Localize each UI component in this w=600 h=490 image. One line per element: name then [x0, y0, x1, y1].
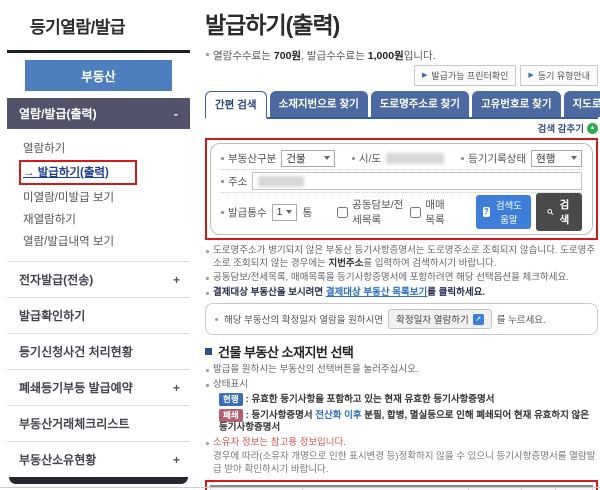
section-title: 건물 부동산 소재지번 선택 — [205, 342, 598, 361]
sido-select-redacted[interactable] — [386, 153, 444, 164]
expand-plus-icon: + — [173, 453, 180, 467]
sidebar: 등기열람/발급 부동산 열람/발급(출력) - 열람하기 → 발급하기(출력) … — [0, 0, 200, 490]
joint-collateral-checkbox-input[interactable] — [337, 207, 348, 218]
collapse-up-icon[interactable]: ▲ — [587, 123, 598, 134]
copies-select[interactable]: 1 — [272, 204, 298, 221]
chevron-down-icon — [286, 210, 292, 214]
arrow-bullet-icon: ▶ — [528, 72, 533, 79]
fee-notice: 열람수수료는 700원, 발급수수료는 1,000원입니다. — [205, 48, 598, 63]
confirm-date-view-button-top[interactable]: 확정일자 열람하기 ↗ — [388, 309, 492, 329]
sidebar-submenu: 열람하기 → 발급하기(출력) 미열람/미발급 보기 재열람하기 열람/발급내역… — [7, 129, 190, 261]
note-payment-target: 결제대상 부동산을 보시려면 결제대상 부동산 목록보기를 클릭하세요. — [205, 287, 598, 300]
sales-list-checkbox[interactable]: 매매목록 — [410, 197, 448, 227]
sidebar-item-electronic-issue[interactable]: 전자발급(전송)+ — [7, 261, 190, 297]
page-title: 발급하기(출력) — [205, 6, 598, 40]
status-legend-label: 상태표시 — [205, 379, 598, 392]
search-help-button[interactable]: ? 검색도움말 — [476, 195, 531, 229]
annotation-box-sidebar: → 발급하기(출력) — [19, 160, 137, 185]
page: 등기열람/발급 부동산 열람/발급(출력) - 열람하기 → 발급하기(출력) … — [0, 0, 600, 490]
expand-plus-icon: + — [173, 273, 180, 287]
registry-status-label: 등기기록상태 — [461, 151, 526, 166]
tab-map-search[interactable]: 지도로 찾기 — [564, 91, 600, 117]
confirm-date-info-top: 해당 부동산의 확정일자 열람을 원하시면 확정일자 열람하기 ↗ 를 누르세요… — [205, 303, 598, 335]
search-form: 부동산구분 건물 시/도 등기기록상태 현행 주소 — [210, 143, 593, 235]
sidebar-item-registration-case-status[interactable]: 등기신청사건 처리현황 — [7, 333, 190, 369]
status-badge-closed: 폐쇄 — [219, 409, 243, 422]
sidebar-item-ownership-status[interactable]: 부동산소유현황+ — [7, 441, 190, 477]
search-icon — [547, 207, 554, 217]
section-notes: 발급을 원하시는 부동산의 선택버튼을 눌러주십시오. 상태표시 현행: 유효한… — [205, 364, 598, 476]
sido-label: 시/도 — [352, 151, 381, 166]
sidebar-menu-box: 부동산 열람/발급(출력) - 열람하기 → 발급하기(출력) 미열람/미발급 … — [7, 50, 190, 490]
hide-search-link[interactable]: 검색 감추기 — [538, 121, 584, 135]
expand-plus-icon: + — [173, 381, 180, 395]
sidebar-subitem-history[interactable]: 열람/발급내역 보기 — [19, 230, 184, 252]
legend-current: 현행: 유효한 등기사항을 포함하고 있는 현재 유효한 등기사항증명서 — [219, 393, 598, 407]
tab-simple-search[interactable]: 간편 검색 — [205, 91, 267, 119]
hide-search-row: 검색 감추기 ▲ — [205, 121, 598, 135]
sidebar-subitem-issue[interactable]: → 발급하기(출력) — [23, 166, 109, 180]
tab-lot-number[interactable]: 소재지번으로 찾기 — [270, 91, 368, 117]
property-type-select[interactable]: 건물 — [281, 150, 335, 167]
note-option-check: 공동담보/전세목록, 매매목록을 등기사항증명서에 포함하려면 해당 선택옵션을… — [205, 272, 598, 285]
sales-list-checkbox-input[interactable] — [410, 207, 421, 218]
external-link-icon: ↗ — [473, 314, 484, 325]
arrow-bullet-icon: ▶ — [422, 72, 427, 79]
joint-collateral-checkbox[interactable]: 공동담보/전세목록 — [337, 197, 405, 227]
registry-status-select[interactable]: 현행 — [531, 150, 582, 167]
owner-info-warning: 소유자 정보는 참고용 정보입니다. — [205, 437, 598, 450]
sidebar-subitem-view[interactable]: 열람하기 — [19, 137, 184, 159]
sidebar-title: 등기열람/발급 — [0, 0, 200, 50]
registry-type-guide-button[interactable]: ▶ 등기 유형안내 — [520, 65, 598, 86]
tab-unique-number[interactable]: 고유번호로 찾기 — [472, 91, 561, 117]
collapse-minus-icon: - — [174, 107, 178, 121]
sidebar-item-issue-check[interactable]: 발급확인하기 — [7, 297, 190, 333]
question-mark-icon: ? — [483, 207, 490, 217]
section-desc: 발급을 원하시는 부동산의 선택버튼을 눌러주십시오. — [205, 364, 598, 377]
sidebar-group-label: 열람/발급(출력) — [19, 105, 97, 122]
sidebar-category-real-estate[interactable]: 부동산 — [25, 60, 172, 91]
address-input[interactable] — [252, 172, 582, 190]
sidebar-item-transaction-checklist[interactable]: 부동산거래체크리스트 — [7, 405, 190, 441]
tab-road-address[interactable]: 도로명주소로 찾기 — [371, 91, 469, 117]
footer-divider — [0, 487, 600, 488]
sidebar-group-view-issue[interactable]: 열람/발급(출력) - — [7, 98, 190, 129]
search-tabs: 간편 검색 소재지번으로 찾기 도로명주소로 찾기 고유번호로 찾기 지도로 찾… — [205, 91, 598, 119]
header-buttons: ▶ 발급가능 프린터확인 ▶ 등기 유형안내 — [205, 65, 598, 86]
printer-check-button[interactable]: ▶ 발급가능 프린터확인 — [414, 65, 516, 86]
payment-target-list-link[interactable]: 결제대상 부동산 목록보기 — [326, 287, 427, 298]
status-badge-current: 현행 — [219, 393, 243, 406]
address-value-redacted — [258, 176, 304, 187]
annotation-box-search-form: 부동산구분 건물 시/도 등기기록상태 현행 주소 — [205, 138, 598, 240]
owner-info-warning-detail: 경우에 따라(소유자 개명으로 인한 표시변경 등)정확하지 않을 수 있으니 … — [205, 451, 598, 476]
arrow-right-icon: → — [23, 167, 35, 179]
search-button[interactable]: 검색 — [536, 193, 582, 231]
search-notes: 도로명주소가 병기되지 않은 부동산 등기사항증명서는 도로명주소로 조회되지 … — [205, 245, 598, 299]
sidebar-subitem-reread[interactable]: 재열람하기 — [19, 208, 184, 230]
copies-unit: 통 — [302, 205, 312, 220]
sidebar-subitem-unviewed[interactable]: 미열람/미발급 보기 — [19, 186, 184, 208]
sidebar-menu-end-bar — [9, 477, 188, 484]
annotation-box-property-table: 부동산 고유번호 부동산 소재지번 소유자 상태 선택 현행 선택 — [205, 480, 598, 490]
note-road-address: 도로명주소가 병기되지 않은 부동산 등기사항증명서는 도로명주소로 조회되지 … — [205, 245, 598, 270]
chevron-down-icon — [571, 156, 577, 160]
address-label: 주소 — [221, 174, 247, 189]
chevron-down-icon — [324, 156, 330, 160]
property-type-label: 부동산구분 — [221, 151, 276, 166]
square-bullet-icon — [205, 348, 212, 355]
copies-label: 발급통수 — [221, 205, 267, 220]
main-content: 발급하기(출력) 열람수수료는 700원, 발급수수료는 1,000원입니다. … — [205, 0, 598, 490]
sidebar-item-closed-registry-reservation[interactable]: 폐쇄등기부등 발급예약+ — [7, 369, 190, 405]
legend-closed: 폐쇄: 등기사항증명서 전산화 이후 분필, 합병, 멸실등으로 인해 폐쇄되어… — [219, 409, 598, 435]
